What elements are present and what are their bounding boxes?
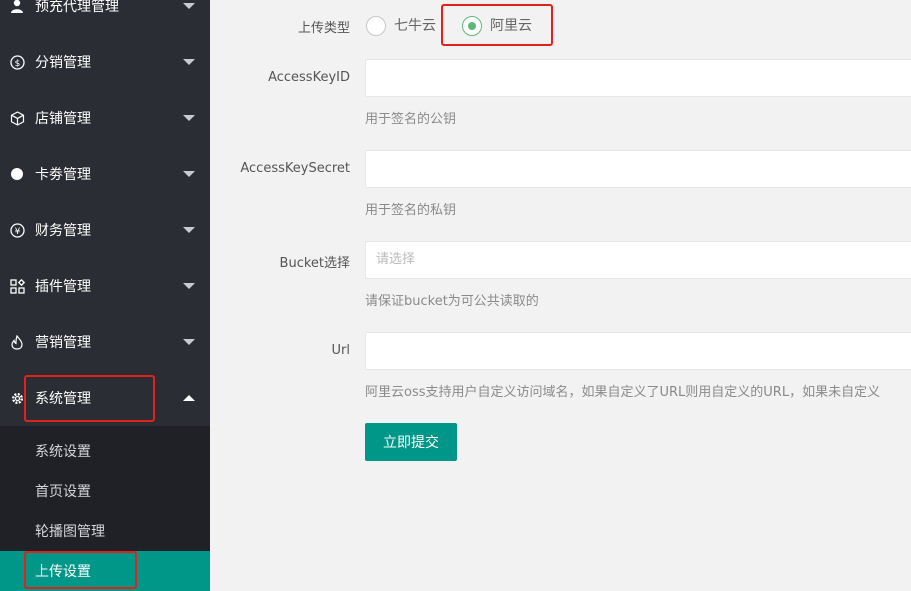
yen-circle-icon: ¥ [9,222,25,238]
sidebar-subitem-upload-settings[interactable]: 上传设置 [0,551,210,591]
radio-circle-icon [366,16,386,36]
url-input[interactable] [365,332,911,370]
radio-checked-icon [462,16,482,36]
sidebar-item-prepaid-agent[interactable]: 预充代理管理 [0,0,210,34]
sidebar-submenu: 系统设置 首页设置 轮播图管理 上传设置 [0,426,210,591]
sidebar-item-plugin[interactable]: 插件管理 [0,258,210,314]
cube-icon [9,110,25,126]
sidebar: 预充代理管理 $ 分销管理 店铺管理 卡劵管理 ¥ 财务管理 插件管理 营销管理… [0,0,210,591]
access-key-secret-hint: 用于签名的私钥 [365,203,457,218]
sidebar-item-label: 预充代理管理 [35,0,119,15]
sidebar-subitem-system-settings[interactable]: 系统设置 [0,431,210,471]
sidebar-subitem-label: 轮播图管理 [35,524,105,540]
chevron-down-icon [183,171,195,177]
sidebar-subitem-label: 系统设置 [35,444,91,460]
sidebar-item-finance[interactable]: ¥ 财务管理 [0,202,210,258]
sidebar-subitem-carousel[interactable]: 轮播图管理 [0,511,210,551]
dollar-circle-icon: $ [9,54,25,70]
svg-text:¥: ¥ [14,227,20,237]
chevron-down-icon [183,339,195,345]
url-hint: 阿里云oss支持用户自定义访问域名，如果自定义了URL则用自定义的URL，如果未… [365,385,881,400]
submit-button[interactable]: 立即提交 [365,423,457,461]
dot-icon [9,166,25,182]
chevron-down-icon [183,115,195,121]
radio-qiniu-label: 七牛云 [394,18,436,34]
sidebar-item-label: 营销管理 [35,335,91,351]
gear-icon [9,390,25,406]
access-key-id-hint: 用于签名的公钥 [365,112,457,127]
sidebar-item-label: 插件管理 [35,279,91,295]
sidebar-item-label: 店铺管理 [35,111,91,127]
user-icon [9,0,25,14]
chevron-down-icon [183,59,195,65]
sidebar-item-distribution[interactable]: $ 分销管理 [0,34,210,90]
sidebar-item-label: 系统管理 [35,391,91,407]
sidebar-item-label: 分销管理 [35,55,91,71]
sidebar-item-label: 卡劵管理 [35,167,91,183]
chevron-up-icon [183,395,195,401]
chevron-down-icon [183,283,195,289]
access-key-id-input[interactable] [365,59,911,97]
sidebar-item-coupon[interactable]: 卡劵管理 [0,146,210,202]
sidebar-item-marketing[interactable]: 营销管理 [0,314,210,370]
chevron-down-icon [183,227,195,233]
access-key-id-label: AccessKeyID [268,70,350,85]
radio-aliyun-label: 阿里云 [490,18,532,34]
bucket-hint: 请保证bucket为可公共读取的 [365,294,539,309]
sidebar-item-label: 财务管理 [35,223,91,239]
bucket-select[interactable]: 请选择 [365,241,911,279]
upload-type-label: 上传类型 [297,21,350,36]
plugin-icon [9,278,25,294]
bucket-label: Bucket选择 [279,256,350,271]
fire-icon [9,334,25,350]
chevron-down-icon [183,3,195,9]
url-label: Url [331,343,350,358]
sidebar-subitem-homepage-settings[interactable]: 首页设置 [0,471,210,511]
sidebar-item-shop[interactable]: 店铺管理 [0,90,210,146]
access-key-secret-input[interactable] [365,150,911,188]
sidebar-subitem-label: 首页设置 [35,484,91,500]
sidebar-item-system[interactable]: 系统管理 [0,370,210,426]
access-key-secret-label: AccessKeySecret [240,161,350,176]
sidebar-subitem-label: 上传设置 [35,564,91,580]
svg-text:$: $ [14,59,20,69]
